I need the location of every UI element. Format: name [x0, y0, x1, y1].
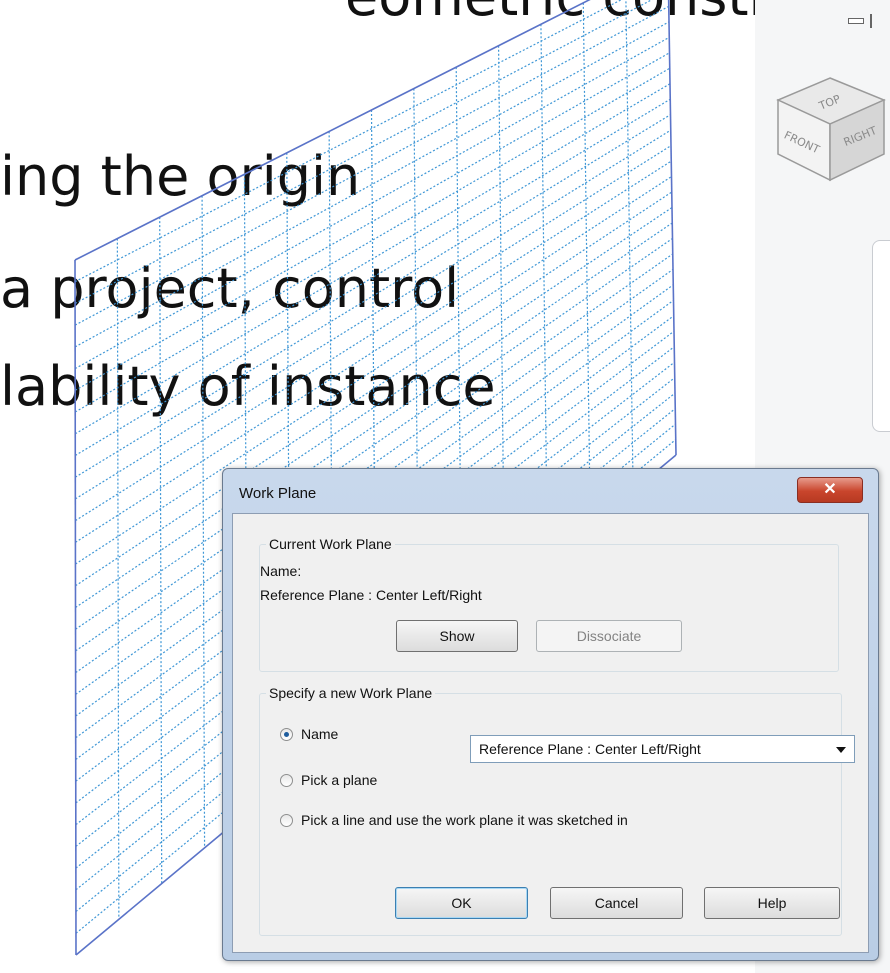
dissociate-button[interactable]: Dissociate: [536, 620, 682, 652]
grid-line: [74, 67, 671, 413]
grid-line: [159, 217, 163, 884]
radio-pick-plane-indicator[interactable]: [280, 773, 293, 787]
grid-border: [667, 0, 677, 456]
grid-line: [75, 114, 671, 478]
radio-name-indicator[interactable]: [280, 727, 293, 741]
radio-pick-line[interactable]: Pick a line and use the work plane it wa…: [280, 812, 628, 828]
current-plane-name: Reference Plane : Center Left/Right: [260, 587, 482, 603]
grid-line: [74, 21, 670, 348]
current-work-plane-legend: Current Work Plane: [266, 536, 395, 552]
grid-line: [74, 5, 670, 326]
minimize-icon[interactable]: [848, 18, 864, 24]
grid-border: [74, 259, 77, 956]
chevron-down-icon[interactable]: [836, 747, 846, 753]
specify-work-plane-legend: Specify a new Work Plane: [266, 685, 436, 701]
radio-pick-line-label: Pick a line and use the work plane it wa…: [301, 812, 628, 828]
grid-line: [74, 52, 670, 391]
dialog-title: Work Plane: [239, 485, 317, 502]
current-work-plane-group: Current Work Plane Name: Reference Plane…: [259, 536, 839, 672]
radio-name-label: Name: [301, 726, 339, 742]
grid-line: [74, 0, 623, 283]
cancel-button[interactable]: Cancel: [550, 887, 683, 919]
grid-border: [74, 0, 591, 261]
viewcube-icon[interactable]: TOP FRONT RIGHT: [772, 70, 890, 190]
grid-line: [74, 83, 671, 435]
show-button[interactable]: Show: [396, 620, 518, 652]
name-label: Name:: [260, 563, 302, 579]
restore-icon[interactable]: [870, 14, 880, 28]
ok-button[interactable]: OK: [395, 887, 528, 919]
close-icon: ✕: [823, 481, 837, 498]
dialog-body: Current Work Plane Name: Reference Plane…: [232, 513, 869, 953]
work-plane-dialog: Work Plane ✕ Current Work Plane Name: Re…: [222, 468, 879, 961]
radio-pick-plane[interactable]: Pick a plane: [280, 772, 377, 788]
radio-pick-line-indicator[interactable]: [280, 813, 293, 827]
help-button[interactable]: Help: [704, 887, 840, 919]
close-button[interactable]: ✕: [797, 477, 863, 503]
work-plane-name-value: Reference Plane : Center Left/Right: [479, 741, 701, 757]
radio-name[interactable]: Name: [280, 726, 338, 742]
work-plane-name-select[interactable]: Reference Plane : Center Left/Right: [470, 735, 855, 763]
radio-pick-plane-label: Pick a plane: [301, 772, 378, 788]
navigation-bar[interactable]: [872, 240, 890, 432]
